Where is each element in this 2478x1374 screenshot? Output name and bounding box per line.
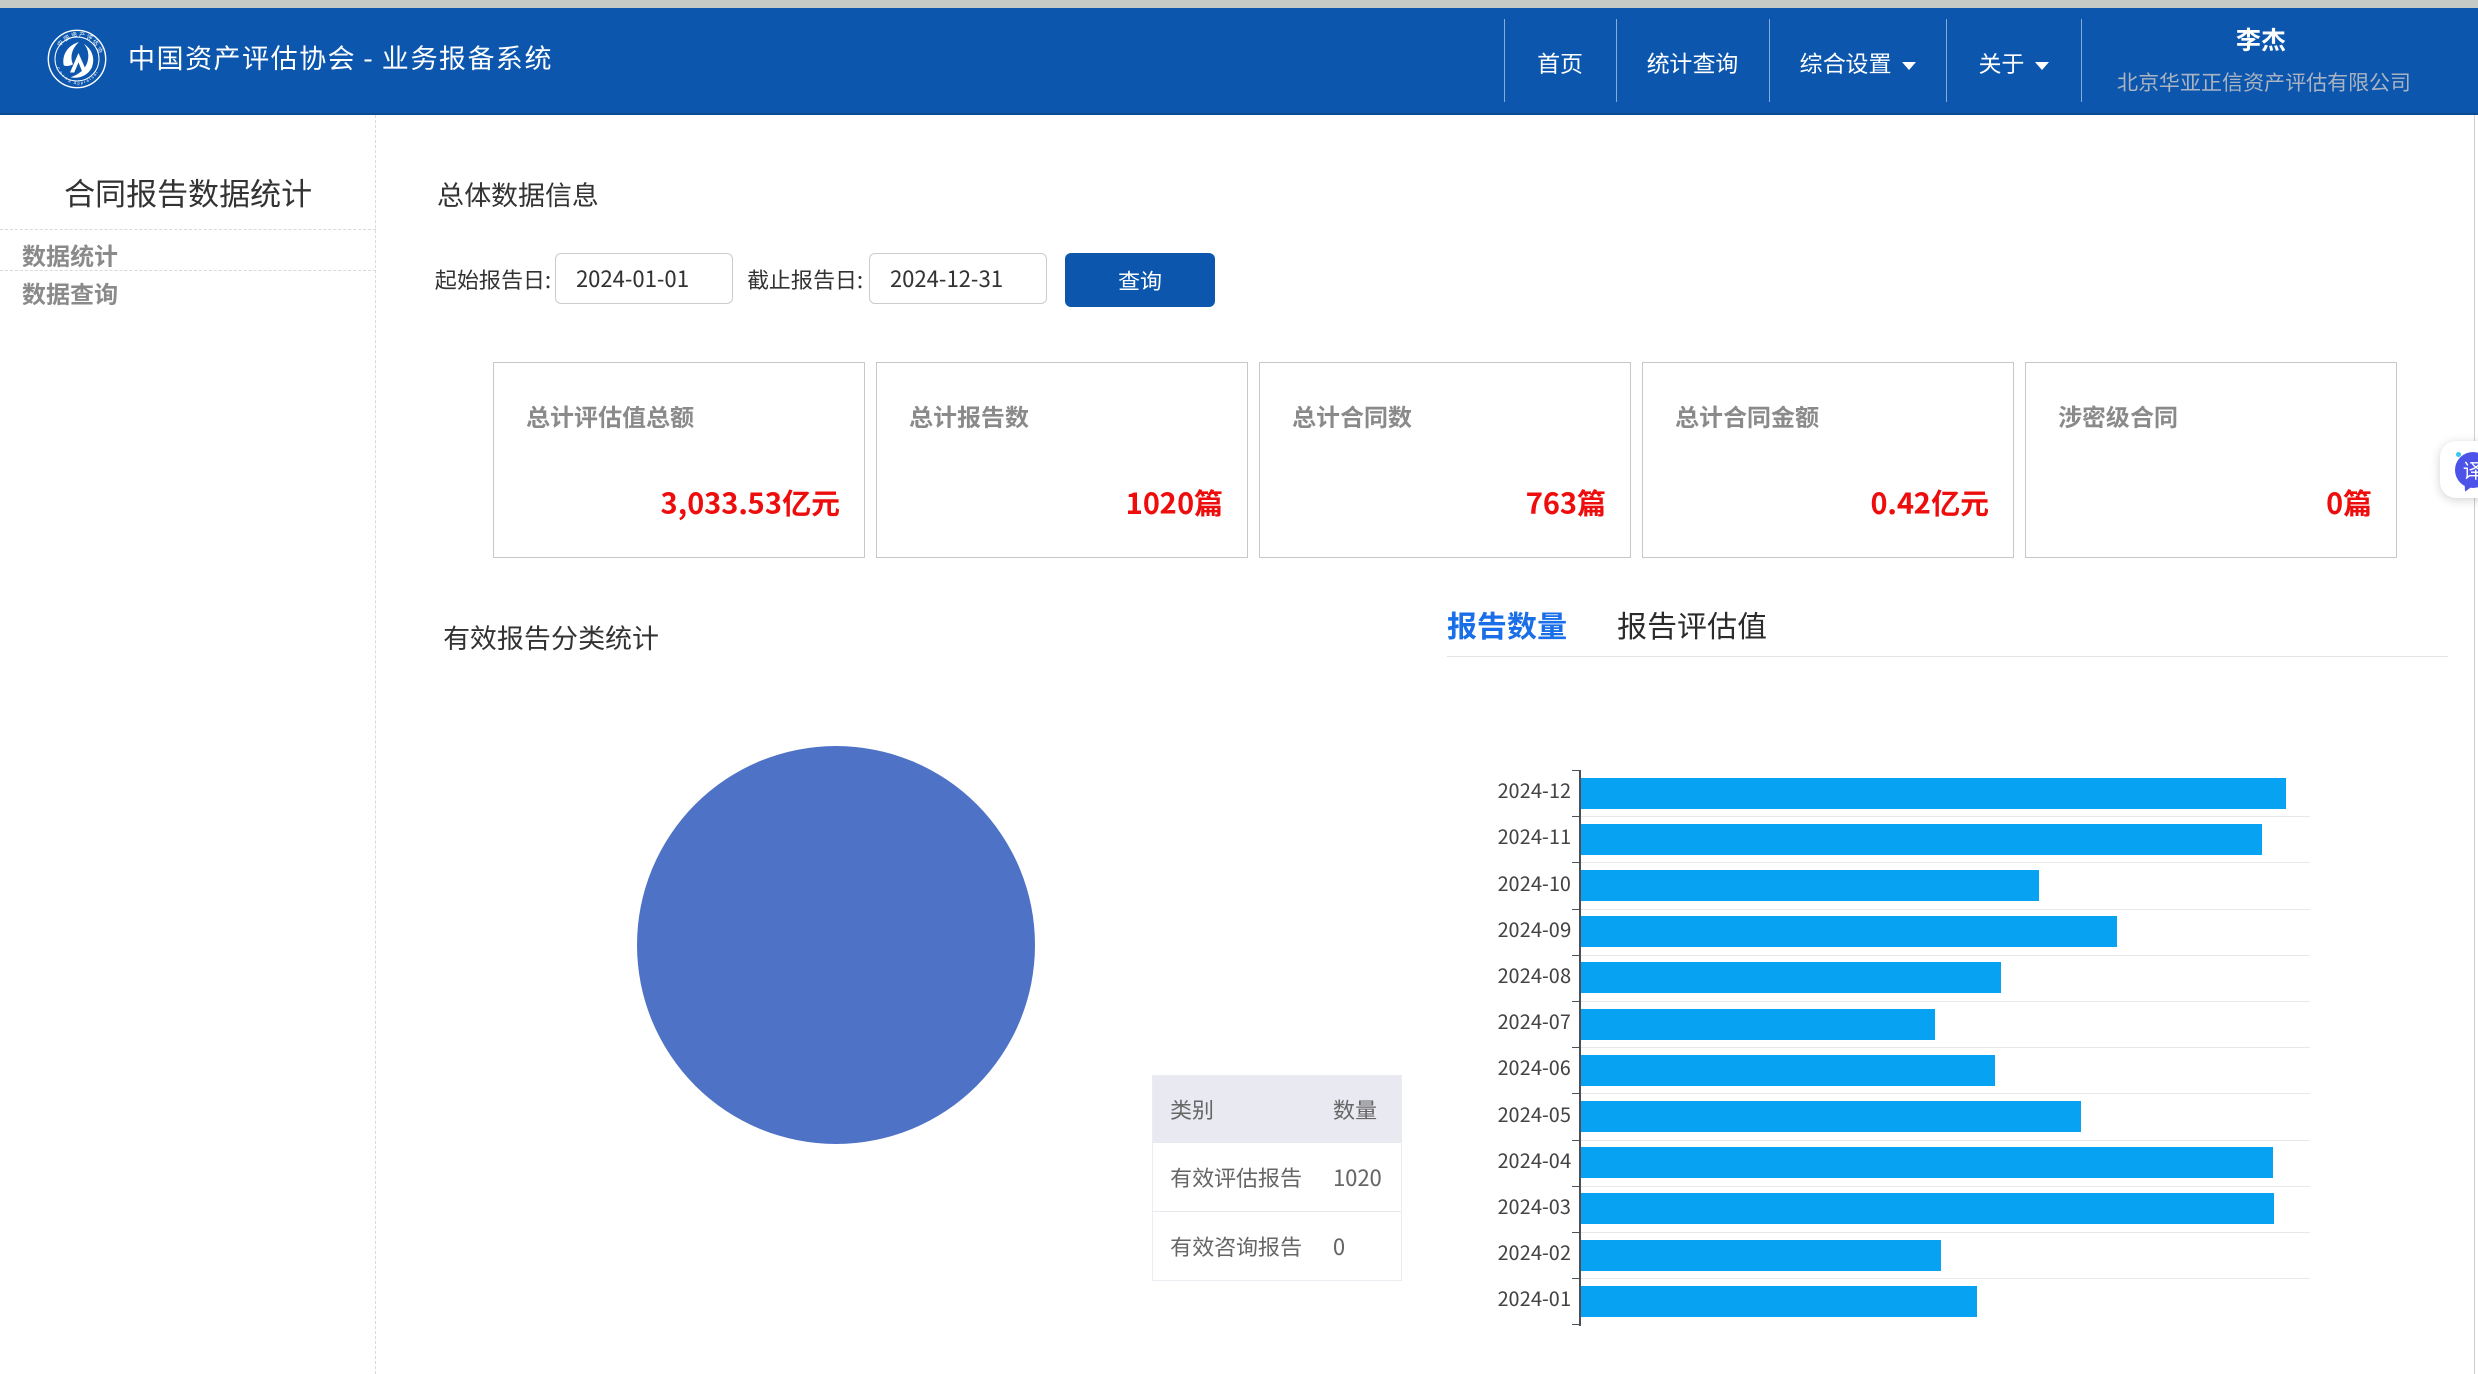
svg-text:产: 产 [79, 30, 85, 39]
svg-text:a: a [68, 78, 73, 84]
